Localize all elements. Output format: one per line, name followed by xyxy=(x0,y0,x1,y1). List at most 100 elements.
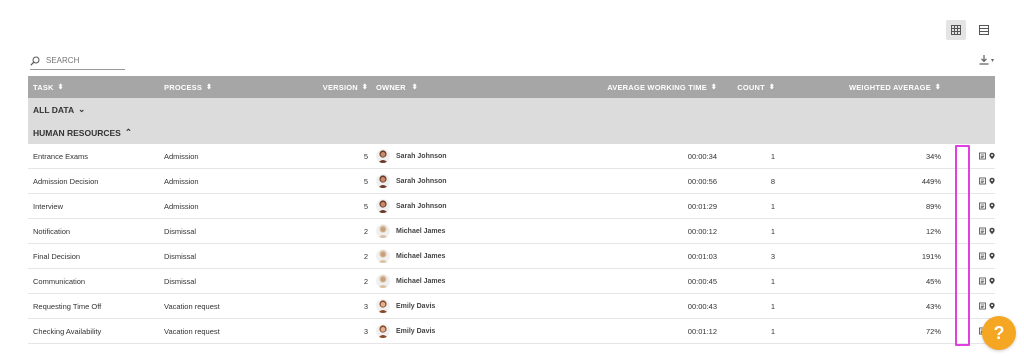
location-pin-icon[interactable] xyxy=(989,302,995,310)
process-cell: Dismissal xyxy=(164,251,197,261)
weighted-average-cell: 89% xyxy=(925,201,941,211)
help-button[interactable]: ? xyxy=(982,316,1016,350)
weighted-average-cell: 191% xyxy=(921,251,941,261)
sort-icon: ⬍ xyxy=(206,84,213,91)
task-cell: Admission Decision xyxy=(33,176,99,186)
version-cell: 3 xyxy=(363,326,368,336)
avatar xyxy=(376,199,390,213)
count-cell: 1 xyxy=(770,151,775,161)
avatar xyxy=(376,274,390,288)
details-icon[interactable] xyxy=(979,277,986,285)
row-actions xyxy=(963,177,995,185)
details-icon[interactable] xyxy=(979,202,986,210)
count-cell: 1 xyxy=(770,301,775,311)
version-cell: 2 xyxy=(363,226,368,236)
process-cell: Admission xyxy=(164,151,199,161)
task-cell: Notification xyxy=(33,226,71,236)
table-row[interactable]: Notification Dismissal 2 Michael James 0… xyxy=(28,219,995,244)
owner-name: Michael James xyxy=(396,252,446,260)
sort-icon: ⬍ xyxy=(411,84,418,91)
details-icon[interactable] xyxy=(979,227,986,235)
process-cell: Dismissal xyxy=(164,276,197,286)
version-cell: 5 xyxy=(363,176,368,186)
location-pin-icon[interactable] xyxy=(989,227,995,235)
column-header-count[interactable]: COUNT ⬍ xyxy=(717,83,795,92)
view-toggle xyxy=(946,20,994,40)
count-cell: 3 xyxy=(770,251,775,261)
location-pin-icon[interactable] xyxy=(989,177,995,185)
avatar xyxy=(376,224,390,238)
table-row[interactable]: Final Decision Dismissal 2 Michael James… xyxy=(28,244,995,269)
column-header-owner[interactable]: OWNER ⬍ xyxy=(368,83,524,92)
avatar xyxy=(376,299,390,313)
version-cell: 3 xyxy=(363,301,368,311)
average-working-time-cell: 00:00:12 xyxy=(687,226,717,236)
process-cell: Admission xyxy=(164,201,199,211)
table-view-button[interactable] xyxy=(974,20,994,40)
table-row[interactable]: Communication Dismissal 2 Michael James … xyxy=(28,269,995,294)
table-row[interactable]: Admission Decision Admission 5 Sarah Joh… xyxy=(28,169,995,194)
average-working-time-cell: 00:00:56 xyxy=(687,176,717,186)
version-cell: 5 xyxy=(363,151,368,161)
chevron-down-icon: ▾ xyxy=(990,57,994,64)
location-pin-icon[interactable] xyxy=(989,277,995,285)
search-input[interactable] xyxy=(44,55,124,66)
column-header-average-working-time[interactable]: AVERAGE WORKING TIME ⬍ xyxy=(524,83,717,92)
version-cell: 2 xyxy=(363,251,368,261)
owner-name: Michael James xyxy=(396,277,446,285)
owner-name: Michael James xyxy=(396,227,446,235)
search-box xyxy=(30,52,125,70)
sort-icon: ⬍ xyxy=(768,84,775,91)
count-cell: 8 xyxy=(770,176,775,186)
task-cell: Communication xyxy=(33,276,86,286)
count-cell: 1 xyxy=(770,201,775,211)
group-all-data[interactable]: ALL DATA ⌄ xyxy=(28,98,995,121)
row-actions xyxy=(963,252,995,260)
table-row[interactable]: Checking Availability Vacation request 3… xyxy=(28,319,995,344)
owner-cell: Michael James xyxy=(368,224,524,238)
details-icon[interactable] xyxy=(979,152,986,160)
group-human-resources[interactable]: HUMAN RESOURCES ⌃ xyxy=(28,121,995,144)
location-pin-icon[interactable] xyxy=(989,152,995,160)
column-header-version[interactable]: VERSION ⬍ xyxy=(308,83,368,92)
count-cell: 1 xyxy=(770,326,775,336)
sort-icon: ⬍ xyxy=(934,84,941,91)
owner-cell: Michael James xyxy=(368,249,524,263)
owner-cell: Sarah Johnson xyxy=(368,174,524,188)
details-icon[interactable] xyxy=(979,302,986,310)
task-cell: Final Decision xyxy=(33,251,81,261)
data-table: TASK ⬍ PROCESS ⬍ VERSION ⬍ OWNER ⬍ AVERAGE W… xyxy=(28,76,995,344)
details-icon[interactable] xyxy=(979,177,986,185)
location-pin-icon[interactable] xyxy=(989,202,995,210)
download-icon xyxy=(979,55,989,65)
sort-icon: ⬍ xyxy=(57,84,64,91)
column-header-task[interactable]: TASK ⬍ xyxy=(28,83,164,92)
owner-cell: Emily Davis xyxy=(368,324,524,338)
average-working-time-cell: 00:01:03 xyxy=(687,251,717,261)
column-header-process[interactable]: PROCESS ⬍ xyxy=(164,83,308,92)
column-header-weighted-average[interactable]: WEIGHTED AVERAGE ⬍ xyxy=(795,83,963,92)
location-pin-icon[interactable] xyxy=(989,252,995,260)
task-cell: Checking Availability xyxy=(33,326,102,336)
owner-name: Sarah Johnson xyxy=(396,152,447,160)
table-row[interactable]: Requesting Time Off Vacation request 3 E… xyxy=(28,294,995,319)
row-actions xyxy=(963,277,995,285)
owner-name: Emily Davis xyxy=(396,302,436,310)
version-cell: 5 xyxy=(363,201,368,211)
download-button[interactable]: ▾ xyxy=(979,55,994,65)
table-row[interactable]: Interview Admission 5 Sarah Johnson 00:0… xyxy=(28,194,995,219)
process-cell: Admission xyxy=(164,176,199,186)
details-icon[interactable] xyxy=(979,252,986,260)
owner-name: Sarah Johnson xyxy=(396,177,447,185)
weighted-average-cell: 43% xyxy=(925,301,941,311)
version-cell: 2 xyxy=(363,276,368,286)
table-row[interactable]: Entrance Exams Admission 5 Sarah Johnson… xyxy=(28,144,995,169)
weighted-average-cell: 12% xyxy=(925,226,941,236)
row-actions xyxy=(963,152,995,160)
weighted-average-cell: 45% xyxy=(925,276,941,286)
average-working-time-cell: 00:01:12 xyxy=(687,326,717,336)
chevron-up-icon: ⌃ xyxy=(124,127,132,137)
row-actions xyxy=(963,227,995,235)
count-cell: 1 xyxy=(770,276,775,286)
grid-view-button[interactable] xyxy=(946,20,966,40)
